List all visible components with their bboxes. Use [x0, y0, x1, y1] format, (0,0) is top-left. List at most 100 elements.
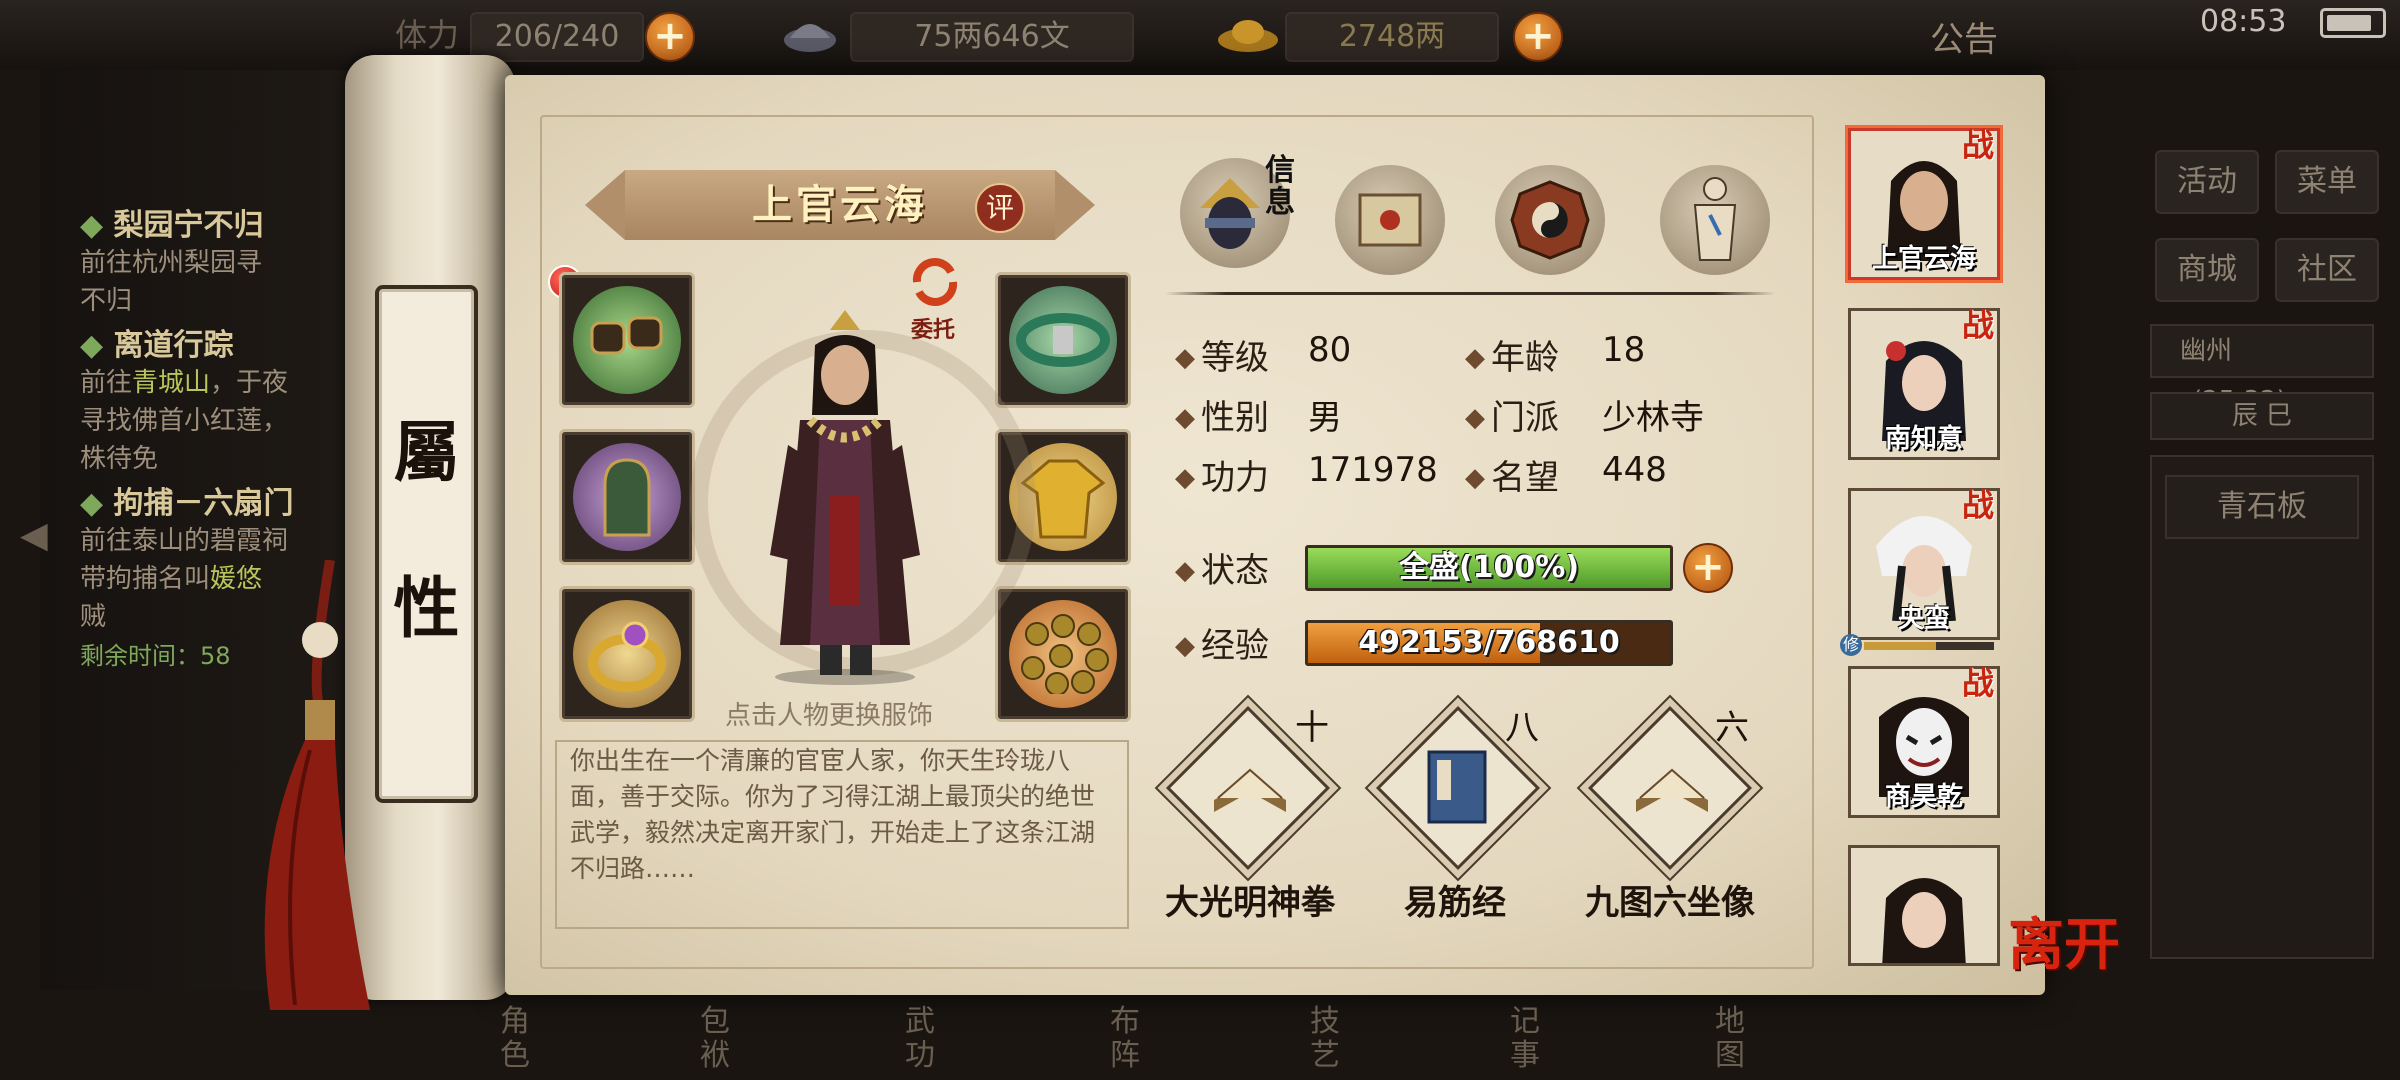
fame-label: 名望: [1465, 450, 1559, 499]
power-label: 功力: [1175, 450, 1269, 499]
battle-tag: 战: [1962, 486, 1995, 524]
quest-desc: 前往泰山的碧霞祠: [80, 526, 289, 556]
delegate-icon[interactable]: [905, 252, 965, 312]
quest-title: 梨园宁不归: [113, 208, 264, 243]
team-member-name: 央蛮: [1897, 604, 1950, 634]
team-member-card[interactable]: [1848, 845, 2000, 966]
tab-meridian[interactable]: [1660, 165, 1770, 275]
shop-button[interactable]: 商城: [2155, 238, 2259, 302]
notice-button[interactable]: 公告: [1930, 12, 1998, 61]
skill-name: 易筋经: [1404, 883, 1506, 923]
tassel-decoration: [250, 559, 380, 1020]
time-period: 辰 巳: [2150, 392, 2374, 440]
team-member-name: 商昊乾: [1884, 782, 1963, 812]
leave-button[interactable]: 离开: [2008, 900, 2120, 981]
bracers-icon: [587, 308, 667, 372]
state-bar: 全盛(100%): [1305, 545, 1673, 591]
diamond-bullet-icon: ◆: [80, 328, 114, 363]
fame-value: 448: [1602, 450, 1667, 490]
collapse-arrow-icon[interactable]: ◀: [20, 515, 48, 556]
bottom-nav-formation[interactable]: 布阵: [1110, 1005, 1144, 1073]
character-bio: 你出生在一个清廉的官宦人家，你天生玲珑八面，善于交际。你为了习得江湖上最顶尖的绝…: [570, 746, 1096, 883]
level-label: 等级: [1175, 330, 1269, 379]
skill-card[interactable]: 十 大光明神拳: [1150, 700, 1350, 930]
bottom-nav-bag[interactable]: 包袱: [700, 1005, 734, 1073]
battle-tag: 战: [1962, 306, 1995, 344]
cultivation-badge: 修: [1840, 634, 1862, 656]
team-member-name: 南知意: [1884, 424, 1963, 454]
gold-ingot-icon: [1215, 10, 1281, 56]
skill-card[interactable]: 六 九图六坐像: [1560, 700, 1780, 930]
change-outfit-hint: 点击人物更换服饰: [725, 701, 934, 731]
restore-state-button[interactable]: +: [1683, 543, 1733, 593]
sutra-book-icon: [1415, 742, 1499, 836]
status-clock: 08:53: [2200, 4, 2287, 39]
bottom-nav-journal[interactable]: 记事: [1510, 1005, 1544, 1073]
gauntlet-icon: [595, 455, 659, 543]
diamond-bullet-icon: ◆: [80, 486, 114, 521]
state-bar-text: 全盛(100%): [1398, 550, 1580, 585]
stamina-label: 体力: [395, 16, 460, 54]
equip-slot-bracers[interactable]: [562, 275, 692, 405]
community-button[interactable]: 社区: [2275, 238, 2379, 302]
skill-name: 大光明神拳: [1165, 883, 1335, 923]
skill-name: 九图六坐像: [1585, 883, 1755, 923]
sect-label: 门派: [1465, 390, 1559, 439]
bottom-nav-role[interactable]: 角色: [500, 1005, 534, 1073]
quest-location-link[interactable]: 青城山: [132, 368, 210, 398]
cultivation-bar: [1864, 642, 1994, 650]
team-member-name: 上官云海: [1871, 244, 1976, 274]
sect-value: 少林寺: [1602, 398, 1704, 438]
meditation-manual-icon: [1624, 740, 1720, 840]
activity-button[interactable]: 活动: [2155, 150, 2259, 214]
quest-title: 离道行踪: [113, 328, 234, 363]
scroll-map-icon: [1350, 185, 1430, 259]
equip-slot-gloves[interactable]: [562, 432, 692, 562]
add-gold-button[interactable]: +: [1513, 12, 1563, 62]
tab-scroll[interactable]: [1335, 165, 1445, 275]
quest-desc-tail: ，于夜: [210, 368, 289, 398]
quest-desc-line2: 不归: [80, 286, 133, 316]
quest-desc-line2: 带拘捕名叫: [80, 564, 211, 594]
tab-bagua[interactable]: [1495, 165, 1605, 275]
quest-desc: 前往杭州梨园寻: [80, 248, 263, 278]
skill-level: 八: [1505, 708, 1539, 748]
quest-title: 拘捕－六扇门: [113, 486, 294, 521]
tab-info-label: 信息: [1265, 153, 1295, 220]
belt-icon: [1015, 308, 1111, 376]
avatar: [1871, 858, 1977, 963]
divider: [1165, 292, 1775, 295]
location-name: 幽州: [2180, 336, 2233, 366]
scene-object[interactable]: 青石板: [2165, 475, 2359, 539]
bottom-nav-map[interactable]: 地图: [1715, 1005, 1749, 1073]
age-value: 18: [1602, 330, 1646, 370]
level-value: 80: [1308, 330, 1352, 370]
battle-tag: 战: [1962, 126, 1995, 164]
equip-slot-belt[interactable]: [998, 275, 1128, 405]
quest-desc-line3: 株待免: [80, 444, 159, 474]
skill-level: 十: [1295, 708, 1329, 748]
bottom-nav-martial[interactable]: 武功: [905, 1005, 939, 1073]
gender-label: 性别: [1175, 390, 1269, 439]
skill-level: 六: [1715, 708, 1749, 748]
diamond-bullet-icon: ◆: [80, 208, 114, 243]
skill-card[interactable]: 八 易筋经: [1360, 700, 1550, 930]
attribute-scroll-tab[interactable]: 屬 性: [375, 285, 478, 803]
bottom-nav-skills[interactable]: 技艺: [1310, 1005, 1344, 1073]
gold-counter: 2748两: [1285, 12, 1499, 62]
character-figure[interactable]: [760, 305, 930, 685]
gender-value: 男: [1308, 398, 1342, 438]
money-icon: [780, 10, 840, 56]
add-stamina-button[interactable]: +: [645, 12, 695, 62]
stamina-counter: 206/240: [470, 12, 644, 62]
exp-label: 经验: [1175, 618, 1269, 667]
rate-button[interactable]: 评: [975, 183, 1025, 233]
scroll-char: 性: [393, 569, 460, 647]
equip-slot-beads[interactable]: [998, 589, 1128, 719]
quest-item[interactable]: ◆ 离道行踪 前往青城山，于夜 寻找佛首小红莲， 株待免: [80, 320, 380, 478]
equip-slot-ring[interactable]: [562, 589, 692, 719]
quest-item[interactable]: ◆ 梨园宁不归 前往杭州梨园寻 不归: [80, 200, 380, 320]
menu-button[interactable]: 菜单: [2275, 150, 2379, 214]
info-portrait-icon: [1195, 168, 1265, 262]
age-label: 年龄: [1465, 330, 1559, 379]
